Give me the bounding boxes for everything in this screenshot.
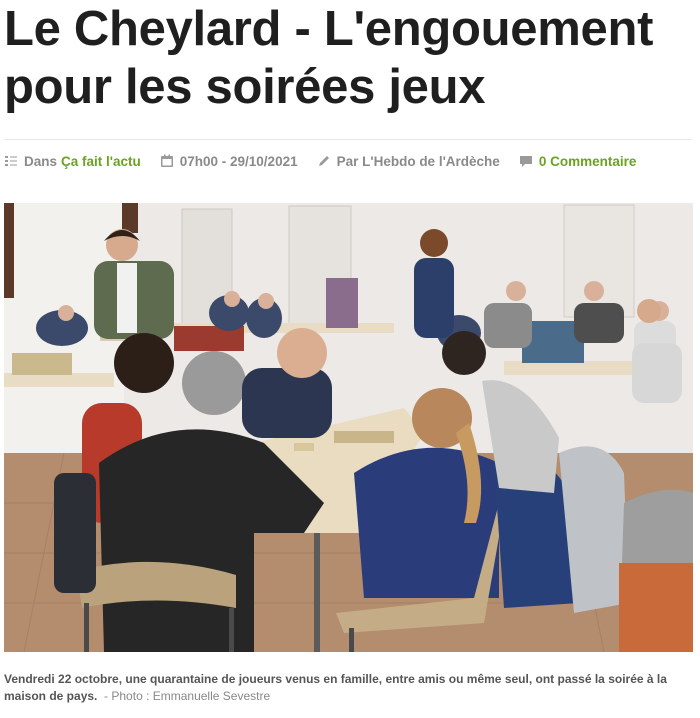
calendar-icon [160,154,174,168]
comment-icon [519,154,533,168]
meta-author-text: Par L'Hebdo de l'Ardèche [336,153,500,169]
photo-credit: - Photo : Emmanuelle Sevestre [104,689,271,703]
photo-illustration [4,203,693,652]
meta-category-prefix: Dans [24,153,58,169]
comments-link[interactable]: 0 Commentaire [539,154,637,169]
meta-datetime: 07h00 - 29/10/2021 [179,153,298,169]
pencil-icon [317,154,331,168]
category-link[interactable]: Ça fait l'actu [61,154,141,169]
meta-author: Par L'Hebdo de l'Ardèche [317,154,500,169]
article-photo [4,203,693,652]
folder-tree-icon [4,154,18,168]
article-meta: Dans Ça fait l'actu 07h00 - 29/10/2021 P… [4,150,696,172]
article-title: Le Cheylard - L'engouement pour les soir… [4,2,654,114]
meta-category: Dans Ça fait l'actu [4,154,141,169]
title-divider [4,139,692,140]
photo-caption: Vendredi 22 octobre, une quarantaine de … [4,671,692,705]
meta-comments: 0 Commentaire [519,154,637,169]
meta-date: 07h00 - 29/10/2021 [160,154,298,169]
